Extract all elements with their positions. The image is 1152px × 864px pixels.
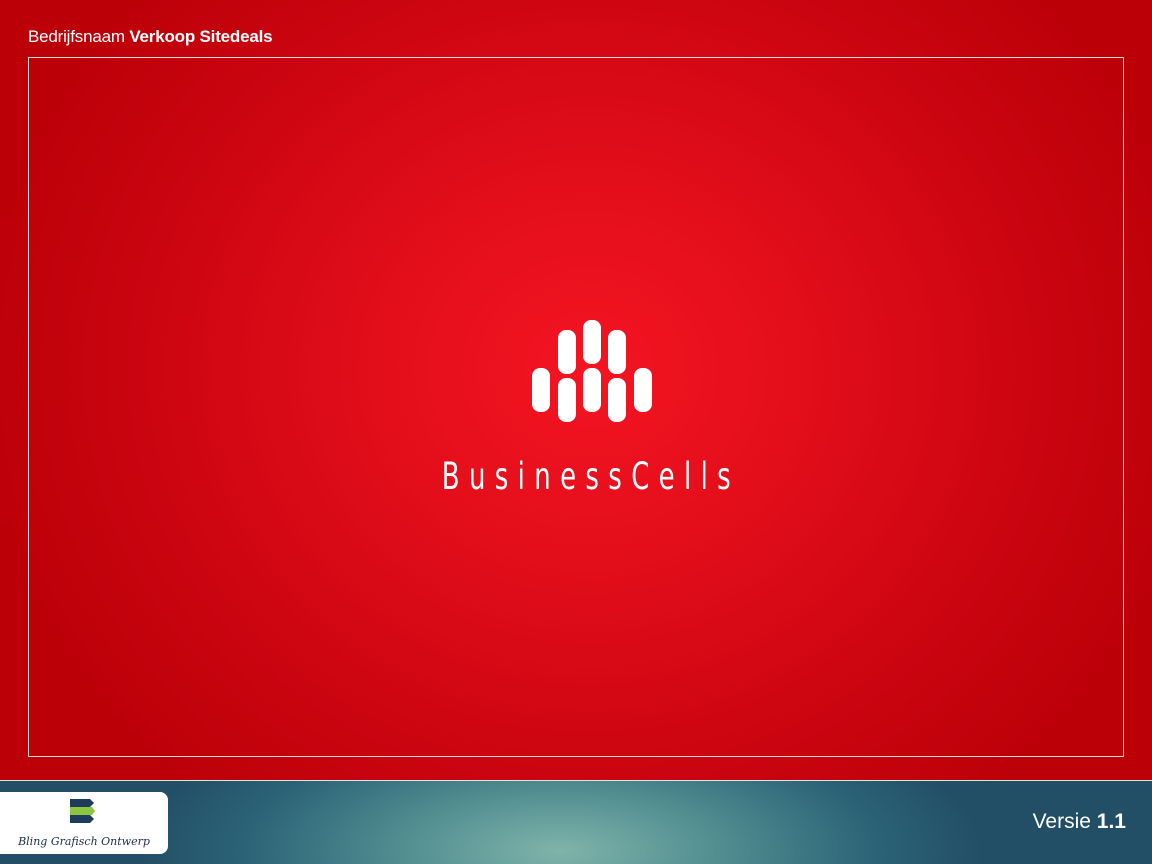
company-label: Bedrijfsnaam — [28, 27, 125, 46]
version-text: Versie — [1032, 810, 1091, 833]
logo-wordmark: BusinessCells — [441, 455, 741, 498]
footer-bar: Bling Grafisch Ontwerp — [0, 780, 1152, 864]
brand-name: Bling Grafisch Ontwerp — [18, 835, 150, 848]
version-label: Versie 1.1 — [1033, 810, 1126, 834]
bling-logo-icon — [70, 799, 95, 823]
brand-badge[interactable]: Bling Grafisch Ontwerp — [0, 792, 168, 854]
company-name: Verkoop Sitedeals — [129, 27, 273, 46]
business-cells-icon — [532, 320, 652, 422]
page-title: Bedrijfsnaam Verkoop Sitedeals — [28, 27, 273, 47]
version-number: 1.1 — [1096, 810, 1126, 833]
slide-background: Bedrijfsnaam Verkoop Sitedeals BusinessC… — [0, 0, 1152, 780]
